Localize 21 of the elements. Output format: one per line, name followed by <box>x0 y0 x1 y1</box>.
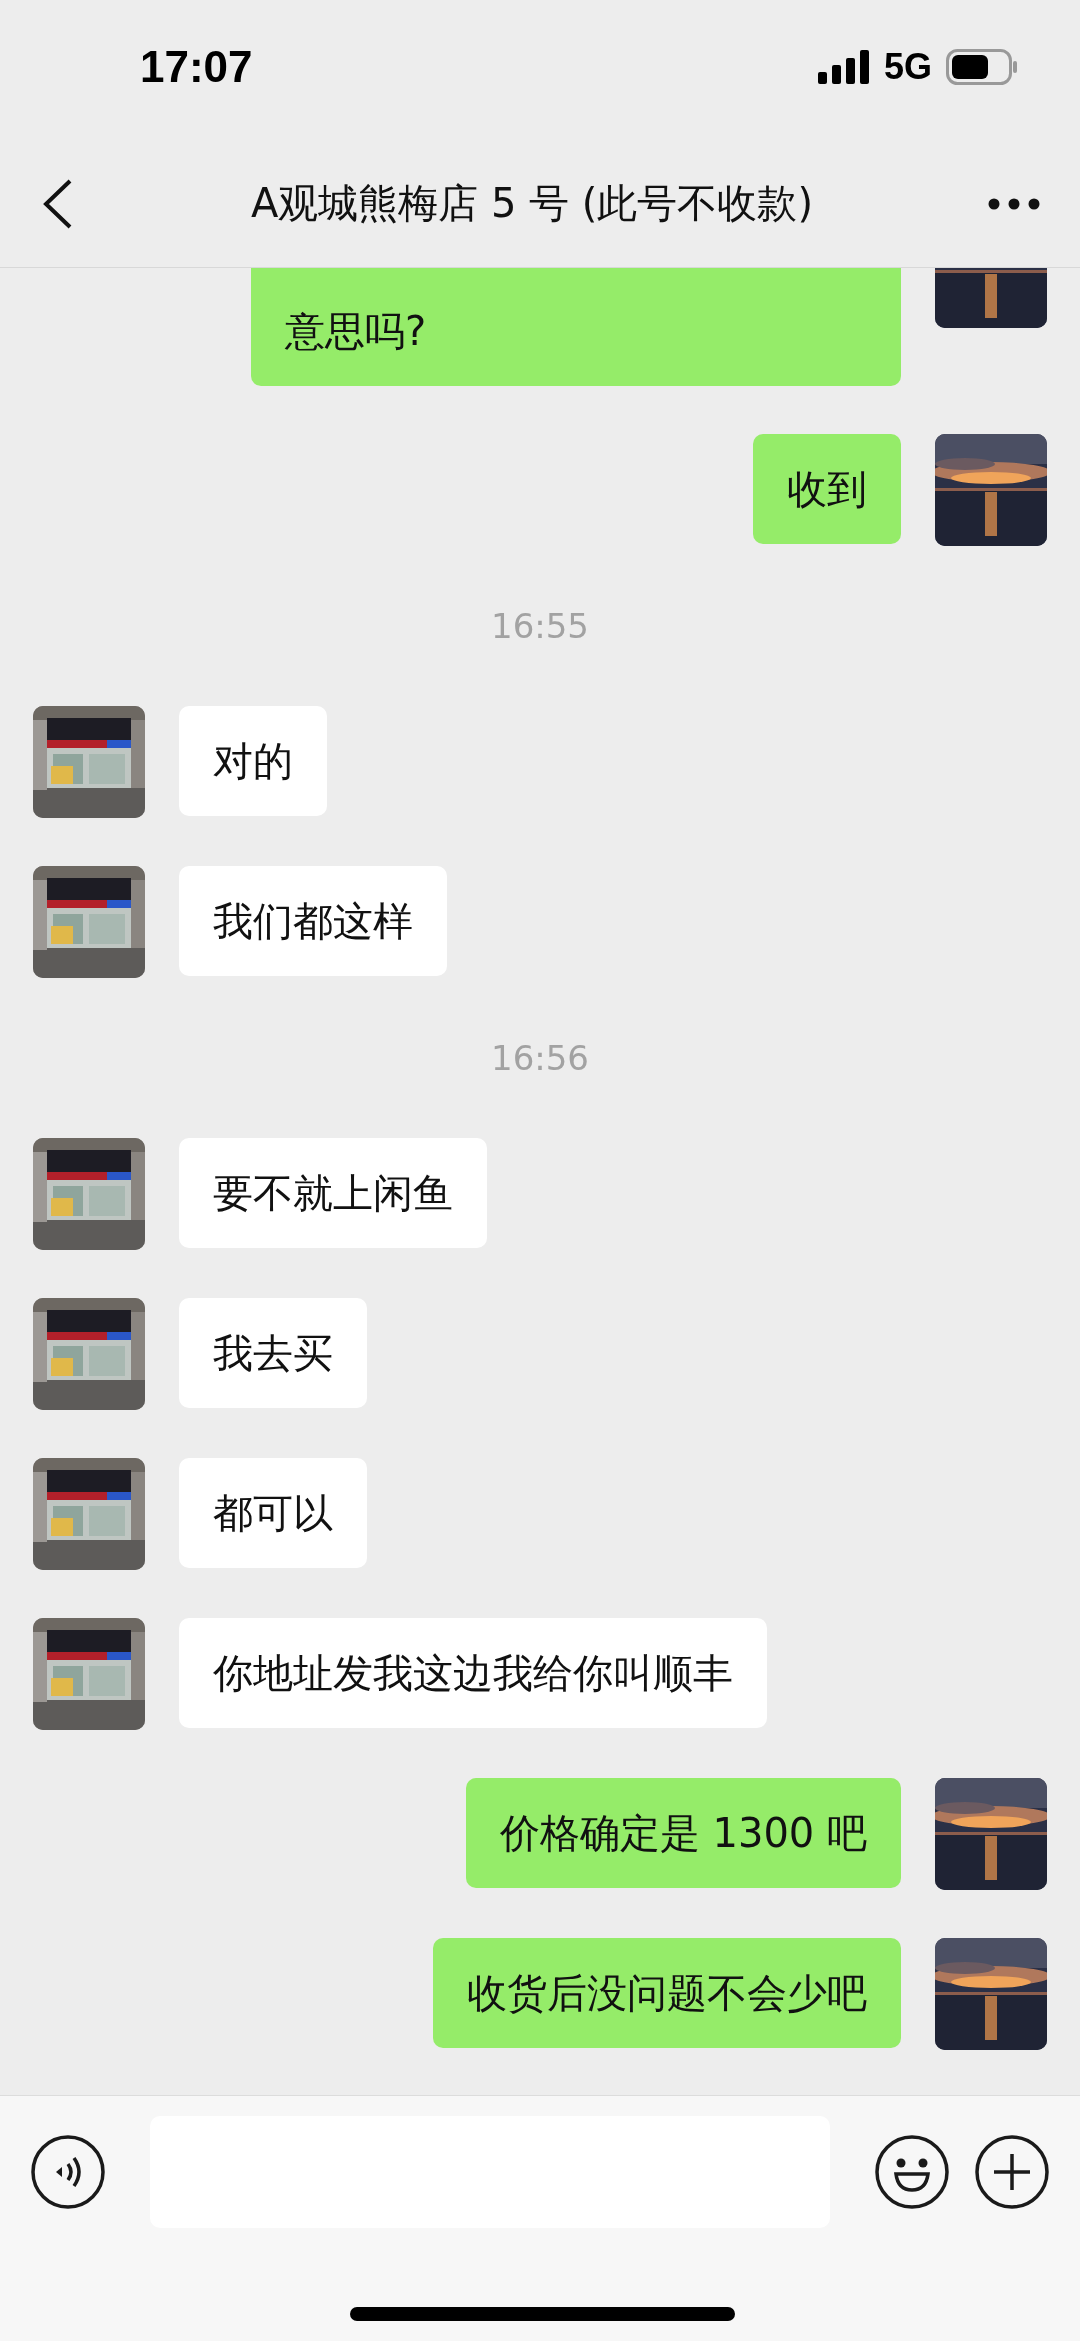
status-time: 17:07 <box>140 42 253 92</box>
message-bubble: 意思吗? <box>251 268 901 386</box>
message-bubble: 价格确定是 1300 吧 <box>465 1778 901 1888</box>
network-label: 5G <box>883 46 932 88</box>
message-bubble: 我们都这样 <box>179 866 447 976</box>
message-bubble: 收货后没问题不会少吧 <box>433 1938 901 2048</box>
timestamp: 16:55 <box>491 606 589 646</box>
chat-title: A观城熊梅店 5 号 (此号不收款) <box>249 179 815 228</box>
message-bubble: 对的 <box>179 706 327 816</box>
more-icon[interactable] <box>988 197 1040 210</box>
emoji-icon[interactable] <box>874 2134 950 2210</box>
plus-icon[interactable] <box>974 2134 1050 2210</box>
message-bubble: 我去买 <box>179 1298 367 1408</box>
message-bubble: 要不就上闲鱼 <box>179 1138 487 1248</box>
message-bubble: 都可以 <box>179 1458 367 1568</box>
signal-icon <box>817 50 870 84</box>
timestamp: 16:56 <box>491 1038 589 1078</box>
voice-icon[interactable] <box>30 2134 106 2210</box>
message-bubble: 收到 <box>753 434 901 544</box>
message-bubble: 你地址发我这边我给你叫顺丰 <box>179 1618 767 1728</box>
battery-icon <box>946 49 1018 85</box>
